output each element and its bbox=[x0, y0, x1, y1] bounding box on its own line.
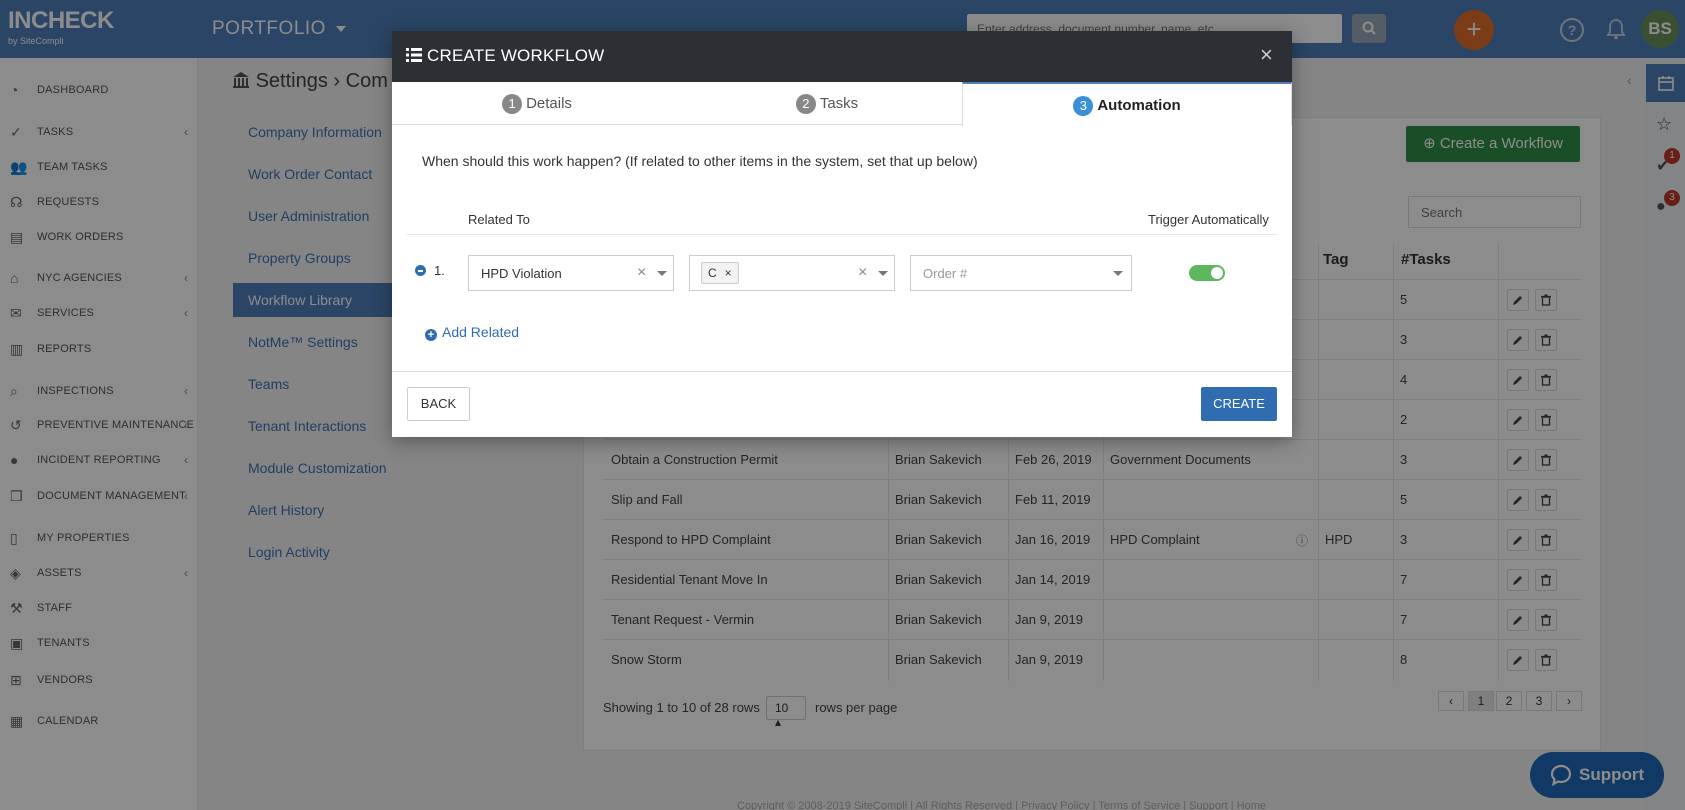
order-number-select[interactable]: Order # bbox=[910, 255, 1132, 291]
clear-icon[interactable]: × bbox=[858, 264, 867, 282]
related-type-select[interactable]: HPD Violation × bbox=[468, 255, 674, 291]
order-number-placeholder: Order # bbox=[923, 266, 968, 281]
automation-question: When should this work happen? (If relate… bbox=[422, 153, 978, 169]
trigger-automatically-header: Trigger Automatically bbox=[1148, 212, 1269, 227]
tab-label: Details bbox=[526, 95, 572, 112]
class-tag-label: C bbox=[708, 266, 717, 280]
tab-label: Automation bbox=[1097, 97, 1181, 114]
caret-down-icon bbox=[657, 271, 667, 276]
add-related-link[interactable]: + Add Related bbox=[425, 324, 519, 341]
add-related-label: Add Related bbox=[442, 324, 520, 340]
list-icon bbox=[406, 48, 422, 62]
related-to-header: Related To bbox=[468, 212, 530, 227]
remove-related-icon[interactable] bbox=[415, 265, 426, 276]
caret-down-icon bbox=[878, 271, 888, 276]
tab-tasks[interactable]: 2 Tasks bbox=[682, 82, 972, 125]
create-button[interactable]: CREATE bbox=[1201, 387, 1277, 421]
modal-title: CREATE WORKFLOW bbox=[427, 46, 605, 65]
back-button[interactable]: BACK bbox=[407, 387, 470, 421]
remove-tag-icon[interactable]: × bbox=[725, 266, 732, 280]
step-number: 1 bbox=[502, 94, 523, 114]
clear-icon[interactable]: × bbox=[637, 264, 646, 282]
create-workflow-modal: CREATE WORKFLOW × 1 Details 2 Tasks 3 Autom… bbox=[392, 31, 1292, 437]
row-number: 1. bbox=[434, 263, 445, 278]
class-tag-chip: C × bbox=[701, 262, 739, 284]
trigger-automatically-toggle[interactable] bbox=[1189, 265, 1225, 281]
related-type-value: HPD Violation bbox=[481, 266, 562, 281]
divider bbox=[407, 234, 1277, 235]
modal-header: CREATE WORKFLOW × bbox=[392, 31, 1292, 82]
step-number: 2 bbox=[795, 94, 816, 114]
divider bbox=[392, 371, 1292, 372]
step-number: 3 bbox=[1073, 96, 1094, 116]
tab-details[interactable]: 1 Details bbox=[392, 82, 682, 125]
caret-down-icon bbox=[1113, 271, 1123, 276]
close-icon[interactable]: × bbox=[1260, 44, 1273, 66]
plus-circle-icon: + bbox=[425, 329, 437, 341]
tab-automation[interactable]: 3 Automation bbox=[962, 82, 1292, 126]
violation-class-select[interactable]: C × × bbox=[689, 255, 895, 291]
tab-label: Tasks bbox=[819, 95, 859, 112]
wizard-tabs: 1 Details 2 Tasks 3 Automation bbox=[392, 82, 1292, 126]
